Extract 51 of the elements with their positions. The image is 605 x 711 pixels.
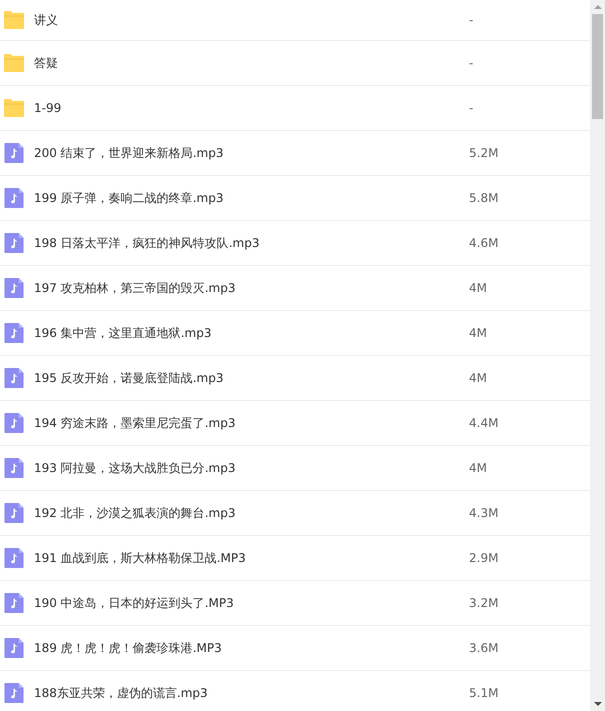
file-size: 5.8M: [469, 191, 498, 205]
file-size: 4.4M: [469, 416, 498, 430]
file-name[interactable]: 190 中途岛，日本的好运到头了.MP3: [34, 596, 234, 610]
down-triangle-icon: [594, 702, 602, 706]
file-size: 4.3M: [469, 506, 498, 520]
file-name[interactable]: 196 集中营，这里直通地狱.mp3: [34, 326, 212, 340]
file-name[interactable]: 197 攻克柏林，第三帝国的毁灭.mp3: [34, 280, 236, 294]
file-size: 4M: [469, 371, 487, 385]
music-file-icon: [4, 593, 24, 613]
music-file-icon: [4, 323, 24, 343]
file-name[interactable]: 1-99: [34, 101, 62, 115]
file-name[interactable]: 198 日落太平洋，疯狂的神风特攻队.mp3: [34, 236, 260, 250]
up-triangle-icon: [594, 5, 602, 9]
music-file-icon: [4, 458, 24, 478]
file-size: 5.1M: [469, 686, 498, 700]
file-name[interactable]: 194 穷途末路，墨索里尼完蛋了.mp3: [34, 416, 236, 430]
file-name[interactable]: 188东亚共荣，虚伪的谎言.mp3: [34, 686, 208, 700]
file-size: 4.6M: [469, 236, 498, 250]
file-size: 4M: [469, 461, 487, 475]
music-file-icon: [4, 368, 24, 388]
file-name[interactable]: 191 血战到底，斯大林格勒保卫战.MP3: [34, 550, 246, 564]
file-name[interactable]: 200 结束了，世界迎来新格局.mp3: [34, 146, 224, 160]
file-size: 2.9M: [469, 551, 498, 565]
file-name[interactable]: 讲义: [34, 12, 58, 26]
file-size: 4M: [469, 281, 487, 295]
file-name[interactable]: 答疑: [34, 56, 58, 70]
music-file-icon: [4, 683, 24, 703]
file-size: -: [469, 56, 474, 70]
file-name[interactable]: 199 原子弹，奏响二战的终章.mp3: [34, 190, 224, 204]
music-file-icon: [4, 413, 24, 433]
folder-icon: [4, 53, 24, 73]
file-size: 4M: [469, 326, 487, 340]
scrollbar-thumb[interactable]: [592, 14, 603, 119]
file-size: 3.2M: [469, 596, 498, 610]
music-file-icon: [4, 503, 24, 523]
file-name[interactable]: 189 虎！虎！虎！偷袭珍珠港.MP3: [34, 640, 222, 654]
music-file-icon: [4, 278, 24, 298]
music-file-icon: [4, 548, 24, 568]
file-name[interactable]: 193 阿拉曼，这场大战胜负已分.mp3: [34, 460, 236, 474]
folder-icon: [4, 98, 24, 118]
file-size: -: [469, 13, 474, 27]
music-file-icon: [4, 143, 24, 163]
music-file-icon: [4, 188, 24, 208]
file-size: 5.2M: [469, 146, 498, 160]
folder-icon: [4, 10, 24, 30]
music-file-icon: [4, 638, 24, 658]
file-size: 3.6M: [469, 641, 498, 655]
file-name[interactable]: 192 北非，沙漠之狐表演的舞台.mp3: [34, 506, 236, 520]
file-size: -: [469, 101, 474, 115]
file-name[interactable]: 195 反攻开始，诺曼底登陆战.mp3: [34, 370, 224, 384]
music-file-icon: [4, 233, 24, 253]
